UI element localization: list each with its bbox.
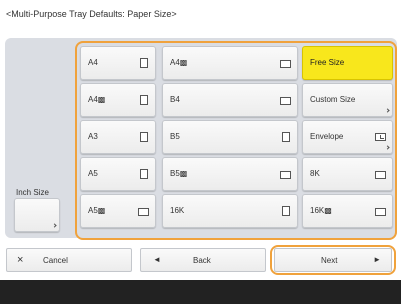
cancel-label: Cancel [43, 256, 68, 265]
paper-size-grid-focus-frame [75, 41, 397, 240]
next-button-focus-frame [270, 245, 396, 275]
cancel-button[interactable]: × Cancel [6, 248, 132, 272]
chevron-right-icon [52, 223, 57, 228]
left-arrow-icon: ◄ [153, 255, 161, 264]
page-title: <Multi-Purpose Tray Defaults: Paper Size… [6, 9, 177, 19]
back-button[interactable]: ◄ Back [140, 248, 266, 272]
back-label: Back [193, 256, 211, 265]
close-icon: × [17, 254, 24, 266]
inch-size-button[interactable] [14, 198, 60, 232]
inch-size-label: Inch Size [16, 188, 49, 197]
footer-bar [0, 280, 401, 304]
